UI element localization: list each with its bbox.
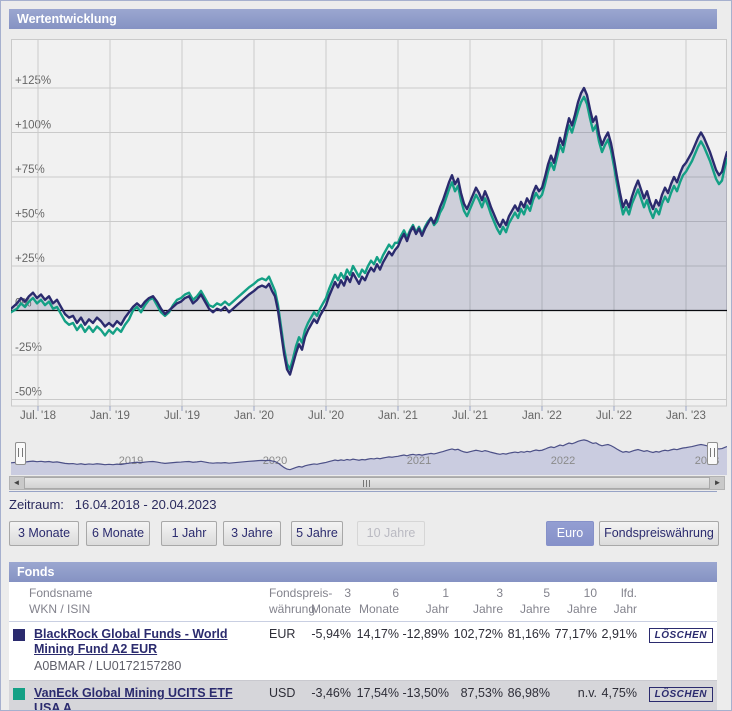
performance-chart[interactable]: +125%+100%+75%+50%+25%0%-25%-50%Jul. '18… — [9, 37, 729, 422]
col-header-6-monate: 6 Monate — [358, 586, 399, 616]
delete-fund-button[interactable]: LÖSCHEN — [648, 687, 713, 702]
delete-fund-button[interactable]: LÖSCHEN — [648, 628, 713, 643]
period-button-3-monate[interactable]: 3 Monate — [9, 521, 79, 546]
x-axis-label: Jan. '22 — [522, 410, 562, 421]
fund-wkn-isin: A0BMAR / LU0172157280 — [34, 659, 182, 673]
period-button-10-jahre: 10 Jahre — [357, 521, 425, 546]
table-header-row: Fondsname WKN / ISIN Fondspreis- währung… — [9, 582, 717, 622]
currency-button-fondspreiswaehrung[interactable]: Fondspreiswährung — [599, 521, 719, 546]
navigator-chart-svg[interactable]: 20192020202120222023 — [10, 437, 728, 475]
x-axis-label: Jan. '20 — [234, 410, 274, 421]
value-3-monate: -5,94% — [311, 627, 351, 641]
value-lfd-jahr: 4,75% — [601, 686, 637, 700]
period-button-3-jahre[interactable]: 3 Jahre — [223, 521, 281, 546]
x-axis-label: Jan. '19 — [90, 410, 130, 421]
x-axis-label: Jul. '20 — [308, 410, 344, 421]
performance-chart-svg[interactable]: +125%+100%+75%+50%+25%0%-25%-50%Jul. '18… — [9, 37, 729, 422]
period-button-5-jahre[interactable]: 5 Jahre — [291, 521, 343, 546]
col-header-10-jahre: 10 Jahre — [566, 586, 597, 616]
x-axis-label: Jul. '18 — [20, 410, 56, 421]
x-axis-label: Jul. '19 — [164, 410, 200, 421]
x-axis-label: Jul. '22 — [596, 410, 632, 421]
chart-scrollbar[interactable]: ◄ ► — [9, 476, 725, 490]
value-1-jahr: -13,50% — [402, 686, 449, 700]
value-lfd-jahr: 2,91% — [601, 627, 637, 641]
value-3-monate: -3,46% — [311, 686, 351, 700]
panel-divider — [9, 491, 717, 492]
y-axis-label: +50% — [15, 209, 45, 221]
series-color-swatch — [13, 688, 25, 700]
value-10-jahre: n.v. — [577, 686, 597, 700]
x-axis-label: Jan. '23 — [666, 410, 706, 421]
navigator-left-handle[interactable] — [15, 442, 26, 465]
timeframe-row: Zeitraum: 16.04.2018 - 20.04.2023 — [9, 497, 216, 512]
y-axis-label: +100% — [15, 120, 51, 132]
col-header-currency-l1: Fondspreis- — [269, 586, 333, 600]
navigator-year-label: 2022 — [551, 455, 575, 467]
fonds-table: Fondsname WKN / ISIN Fondspreis- währung… — [9, 582, 717, 710]
col-header-3-jahre: 3 Jahre — [472, 586, 503, 616]
x-axis-label: Jul. '21 — [452, 410, 488, 421]
scrollbar-thumb[interactable] — [24, 477, 710, 489]
fund-link-vaneck[interactable]: VanEck Global Mining UCITS ETF USA A — [34, 686, 241, 710]
col-header-1-jahr: 1 Jahr — [425, 586, 449, 616]
timeframe-label: Zeitraum: — [9, 497, 64, 512]
col-header-5-jahre: 5 Jahre — [519, 586, 550, 616]
fund-row-vaneck: VanEck Global Mining UCITS ETF USA A A2J… — [9, 681, 717, 710]
period-button-1-jahr[interactable]: 1 Jahr — [161, 521, 217, 546]
value-10-jahre: 77,17% — [554, 627, 597, 641]
col-header-3-monate: 3 Monate — [310, 586, 351, 616]
series-color-swatch — [13, 629, 25, 641]
scrollbar-grip-icon — [363, 480, 371, 487]
value-1-jahr: -12,89% — [402, 627, 449, 641]
value-3-jahre: 102,72% — [453, 627, 503, 641]
fonds-title-bar: Fonds — [9, 562, 717, 582]
chart-navigator[interactable]: 20192020202120222023 — [10, 437, 728, 475]
y-axis-label: +75% — [15, 164, 45, 176]
period-button-row: 3 Monate 6 Monate 1 Jahr 3 Jahre 5 Jahre… — [9, 521, 725, 546]
value-3-jahre: 87,53% — [460, 686, 503, 700]
panel-title-bar: Wertentwicklung — [9, 9, 717, 29]
panel-title: Wertentwicklung — [17, 12, 117, 26]
scrollbar-left-arrow-icon[interactable]: ◄ — [10, 477, 23, 489]
wertentwicklung-panel: Wertentwicklung +125%+100%+75%+50%+25%0%… — [0, 0, 732, 711]
timeframe-value: 16.04.2018 - 20.04.2023 — [74, 497, 217, 512]
col-header-wkn-isin: WKN / ISIN — [29, 602, 91, 616]
y-axis-label: +25% — [15, 253, 45, 265]
fund-currency: EUR — [269, 627, 296, 641]
fonds-title: Fonds — [17, 565, 55, 579]
x-axis-label: Jan. '21 — [378, 410, 418, 421]
col-header-currency-l2: währung — [269, 602, 316, 616]
scrollbar-right-arrow-icon[interactable]: ► — [711, 477, 724, 489]
value-5-jahre: 86,98% — [507, 686, 550, 700]
value-6-monate: 14,17% — [356, 627, 399, 641]
currency-button-euro[interactable]: Euro — [546, 521, 594, 546]
navigator-year-label: 2019 — [119, 455, 143, 467]
col-header-lfd-jahr: lfd. Jahr — [613, 586, 637, 616]
navigator-right-handle[interactable] — [707, 442, 718, 465]
navigator-year-label: 2021 — [407, 455, 431, 467]
fund-row-blackrock: BlackRock Global Funds - World Mining Fu… — [9, 622, 717, 681]
fund-link-blackrock[interactable]: BlackRock Global Funds - World Mining Fu… — [34, 627, 241, 657]
col-header-fondsname: Fondsname — [29, 586, 93, 600]
value-6-monate: 17,54% — [356, 686, 399, 700]
fund-currency: USD — [269, 686, 296, 700]
value-5-jahre: 81,16% — [507, 627, 550, 641]
period-button-6-monate[interactable]: 6 Monate — [86, 521, 150, 546]
col-header-action — [637, 585, 717, 617]
y-axis-label: +125% — [15, 75, 51, 87]
